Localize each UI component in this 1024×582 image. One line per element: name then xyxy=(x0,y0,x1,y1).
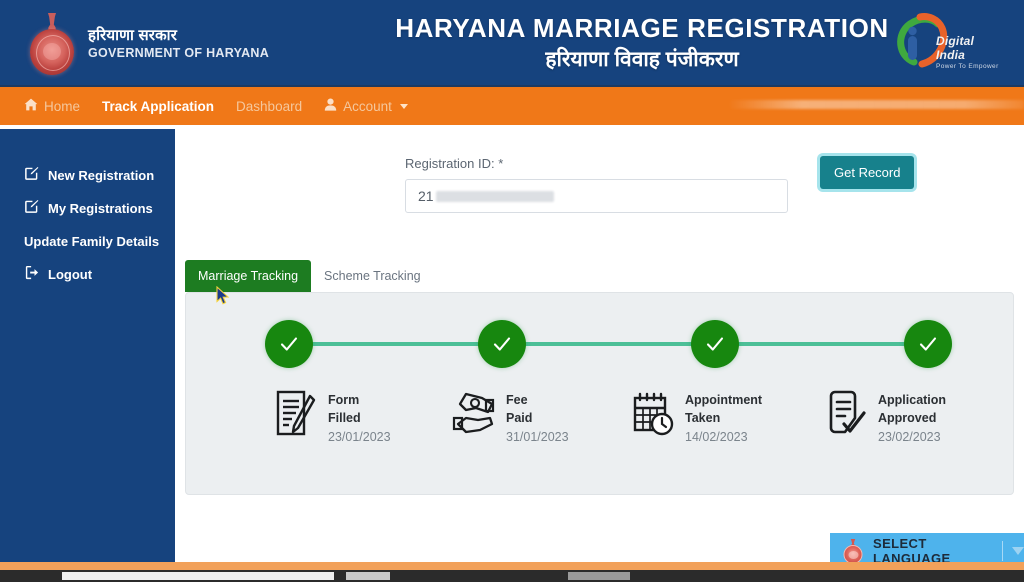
digital-india-logo-icon: Digital India Power To Empower xyxy=(888,8,1006,76)
nav-item-track-application-label: Track Application xyxy=(102,98,215,114)
tracking-step-fee-paid-text: Fee Paid 31/01/2023 xyxy=(506,388,569,446)
nav-item-home[interactable]: Home xyxy=(24,98,80,114)
nav-item-account[interactable]: Account xyxy=(324,98,408,114)
navbar-highlight-streak xyxy=(728,100,1024,109)
sidebar-item-my-registrations[interactable]: My Registrations xyxy=(0,192,175,224)
digital-india-tagline: Power To Empower xyxy=(936,63,999,70)
sidebar-item-new-registration-label: New Registration xyxy=(48,167,155,183)
tracking-step-form-filled-text: Form Filled 23/01/2023 xyxy=(328,388,391,446)
caret-down-icon[interactable] xyxy=(1012,547,1024,555)
step-date: 23/02/2023 xyxy=(878,430,941,445)
step-line1: Appointment xyxy=(685,393,763,407)
step-date: 23/01/2023 xyxy=(328,430,391,445)
registration-id-input-value: 21 xyxy=(418,188,434,204)
title-english: HARYANA MARRIAGE REGISTRATION xyxy=(395,13,889,44)
check-icon xyxy=(706,337,724,351)
required-asterisk: * xyxy=(498,156,504,171)
page-header: हरियाणा सरकार GOVERNMENT OF HARYANA HARY… xyxy=(0,0,1024,87)
sidebar-item-my-registrations-label: My Registrations xyxy=(48,200,153,216)
step-line2: Taken xyxy=(685,411,721,426)
progress-node-3 xyxy=(691,320,739,368)
step-date: 31/01/2023 xyxy=(506,430,569,445)
step-line2: Approved xyxy=(878,411,937,426)
title-hindi: हरियाणा विवाह पंजीकरण xyxy=(545,48,739,72)
digital-india-name: Digital India xyxy=(936,34,975,62)
nav-item-account-label: Account xyxy=(343,98,392,114)
sidebar-item-new-registration[interactable]: New Registration xyxy=(0,159,175,191)
app-root: हरियाणा सरकार GOVERNMENT OF HARYANA HARY… xyxy=(0,0,1024,582)
user-icon xyxy=(324,98,337,114)
main-navbar: Home Track Application Dashboard Account xyxy=(0,87,1024,125)
document-pen-icon xyxy=(274,388,318,438)
navbar-items: Home Track Application Dashboard Account xyxy=(0,98,408,114)
get-record-button[interactable]: Get Record xyxy=(820,156,915,189)
sidebar-item-logout-label: Logout xyxy=(48,266,93,282)
nav-item-home-label: Home xyxy=(44,98,81,114)
progress-node-4 xyxy=(904,320,952,368)
chevron-down-icon xyxy=(399,103,408,109)
mouse-cursor xyxy=(216,286,230,305)
haryana-state-emblem-icon xyxy=(842,539,864,564)
taskbar-tile-a xyxy=(62,572,334,580)
nav-item-dashboard[interactable]: Dashboard xyxy=(236,99,302,114)
edit-square-icon xyxy=(24,199,39,217)
taskbar-tile-c xyxy=(568,572,630,580)
check-icon xyxy=(493,337,511,351)
brand-hindi: हरियाणा सरकार xyxy=(88,26,178,44)
footer-accent-strip xyxy=(0,562,1024,570)
document-check-icon xyxy=(824,388,868,438)
sidebar-item-logout[interactable]: Logout xyxy=(0,258,175,290)
tracking-panel: Form Filled 23/01/2023 Fee Paid 31/01/20… xyxy=(185,292,1014,495)
logout-icon xyxy=(24,265,39,283)
progress-rail xyxy=(289,342,927,346)
step-line1: Form xyxy=(328,393,360,407)
nav-item-dashboard-label: Dashboard xyxy=(236,98,303,114)
progress-node-1 xyxy=(265,320,313,368)
brand-text: हरियाणा सरकार GOVERNMENT OF HARYANA xyxy=(88,27,269,61)
brand-block: हरियाणा सरकार GOVERNMENT OF HARYANA xyxy=(0,12,300,75)
progress-node-2 xyxy=(478,320,526,368)
step-line2: Paid xyxy=(506,411,533,426)
digital-india-text: Digital India Power To Empower xyxy=(936,34,1006,70)
sidebar-item-update-family-details-label: Update Family Details xyxy=(24,233,160,249)
get-record-button-wrap: Get Record xyxy=(820,156,915,189)
tracking-step-appointment-taken: Appointment Taken 14/02/2023 xyxy=(631,388,762,446)
tracking-step-application-approved: Application Approved 23/02/2023 xyxy=(824,388,946,446)
edit-square-icon xyxy=(24,166,39,184)
step-line1: Fee xyxy=(506,393,528,407)
haryana-state-emblem-icon xyxy=(28,12,76,75)
tracking-step-application-approved-text: Application Approved 23/02/2023 xyxy=(878,388,946,446)
money-hands-icon xyxy=(452,388,496,438)
redacted-value-bar xyxy=(435,190,554,202)
main-content: Registration ID: * 21 Get Record Marriag… xyxy=(175,129,1024,562)
registration-id-input[interactable]: 21 xyxy=(405,179,788,213)
tab-scheme-tracking[interactable]: Scheme Tracking xyxy=(311,260,434,292)
sidebar-bottom-cap xyxy=(0,553,175,562)
tracking-step-fee-paid: Fee Paid 31/01/2023 xyxy=(452,388,569,446)
sidebar: New Registration My Registrations Update… xyxy=(0,129,175,562)
check-icon xyxy=(919,337,937,351)
registration-id-label-text: Registration ID: xyxy=(405,156,495,171)
taskbar-tile-b xyxy=(346,572,390,580)
nav-item-track-application[interactable]: Track Application xyxy=(102,99,214,114)
step-line2: Filled xyxy=(328,411,361,426)
home-icon xyxy=(24,98,38,114)
tab-marriage-tracking[interactable]: Marriage Tracking xyxy=(185,260,312,292)
tracking-step-form-filled: Form Filled 23/01/2023 xyxy=(274,388,391,446)
brand-english: GOVERNMENT OF HARYANA xyxy=(88,45,270,60)
tracking-step-appointment-taken-text: Appointment Taken 14/02/2023 xyxy=(685,388,762,446)
step-date: 14/02/2023 xyxy=(685,430,748,445)
check-icon xyxy=(280,337,298,351)
language-divider xyxy=(1002,541,1003,561)
step-line1: Application xyxy=(878,393,947,407)
calendar-clock-icon xyxy=(631,388,675,438)
sidebar-item-update-family-details[interactable]: Update Family Details xyxy=(0,225,175,257)
